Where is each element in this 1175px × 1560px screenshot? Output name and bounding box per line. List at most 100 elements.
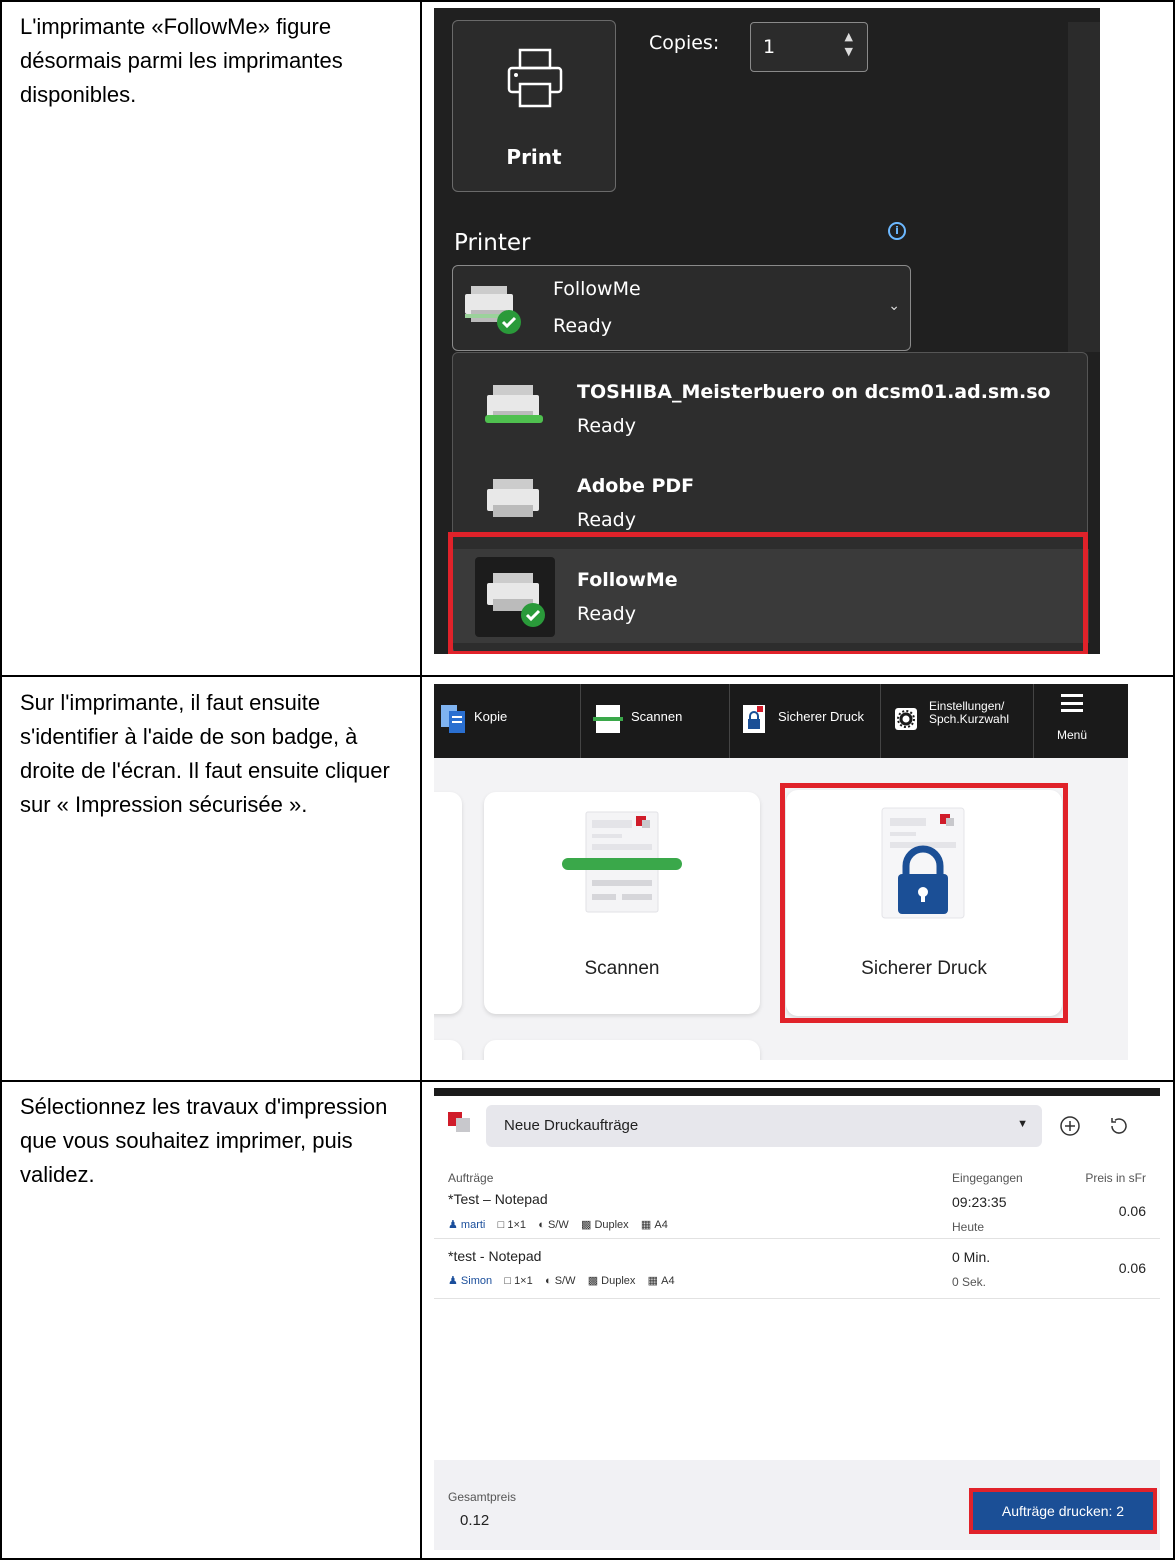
column-header-jobs: Aufträge xyxy=(448,1171,494,1185)
scan-icon xyxy=(593,705,623,733)
print-dialog-screenshot: Print Copies: 1 ▲ ▼ Printer i FollowMe Re… xyxy=(434,8,1100,654)
partial-card-bottom[interactable] xyxy=(434,1040,462,1060)
printer-option-status: Ready xyxy=(577,415,636,437)
gear-icon xyxy=(895,708,917,730)
queue-select-value: Neue Druckaufträge xyxy=(504,1117,639,1134)
printer-option-status: Ready xyxy=(577,509,636,531)
job-price: 0.06 xyxy=(1118,1260,1146,1276)
selected-printer-name: FollowMe xyxy=(553,278,641,300)
job-received: 0 Min. xyxy=(952,1249,991,1265)
add-icon[interactable] xyxy=(1059,1115,1081,1137)
info-icon[interactable]: i xyxy=(888,222,906,240)
column-header-received: Eingegangen xyxy=(952,1171,1023,1185)
job-price: 0.06 xyxy=(1118,1203,1146,1219)
table-border-left xyxy=(0,0,2,1560)
duplex-icon: ▩ xyxy=(587,1275,599,1287)
dropdown-arrow-icon: ▼ xyxy=(1017,1118,1028,1130)
printer-icon xyxy=(507,48,563,108)
job-user: marti xyxy=(460,1219,486,1231)
queue-select[interactable]: Neue Druckaufträge ▼ xyxy=(486,1105,1042,1147)
menu-label[interactable]: Menü xyxy=(1054,728,1090,742)
top-bar-edge xyxy=(434,1088,1160,1096)
tab-kopie[interactable]: Kopie xyxy=(434,684,580,758)
user-icon: ♟ xyxy=(448,1219,461,1231)
tab-label: Scannen xyxy=(631,709,683,724)
instruction-table: L'imprimante «FollowMe» figure désormais… xyxy=(0,0,1175,1560)
card-label: Scannen xyxy=(584,958,660,979)
print-jobs-button[interactable]: Aufträge drucken: 2 xyxy=(969,1488,1157,1534)
tab-separator xyxy=(1033,684,1034,758)
menu-icon[interactable] xyxy=(1061,694,1083,712)
job-meta: ♟ marti □ 1×1 ◐ S/W ▩ Duplex ▦ A4 xyxy=(448,1218,668,1231)
job-user: Simon xyxy=(460,1275,493,1287)
printer-icon xyxy=(485,385,543,423)
copy-icon xyxy=(441,705,465,733)
printer-option-name: TOSHIBA_Meisterbuero on dcsm01.ad.sm.so xyxy=(577,381,1051,403)
job-list-screenshot: Neue Druckaufträge ▼ Aufträge Eingegange… xyxy=(434,1088,1160,1550)
highlight-box xyxy=(448,532,1088,654)
preview-scrollbar[interactable] xyxy=(1068,22,1100,352)
pages-icon: □ xyxy=(504,1275,511,1287)
printer-heading: Printer xyxy=(454,230,531,256)
refresh-icon[interactable] xyxy=(1108,1115,1130,1137)
printer-top-bar: Kopie Scannen Sicherer Druck Einstellung… xyxy=(434,684,1128,758)
row-divider xyxy=(434,1238,1160,1239)
paper-size-icon: ▦ xyxy=(647,1275,659,1287)
step-1-text: L'imprimante «FollowMe» figure désormais… xyxy=(20,14,343,107)
printer-dropdown[interactable]: FollowMe Ready ⌄ xyxy=(452,265,911,351)
tab-label: Kopie xyxy=(474,709,508,724)
copies-value: 1 xyxy=(763,36,776,58)
paper-size-icon: ▦ xyxy=(640,1219,652,1231)
job-duplex: Duplex xyxy=(594,1219,629,1231)
tab-label: Einstellungen/ Spch.Kurzwahl xyxy=(929,699,1010,726)
color-mode-icon: ◐ xyxy=(538,1219,545,1231)
column-header-price: Preis in sFr xyxy=(1085,1171,1146,1185)
step-3-text: Sélectionnez les travaux d'impression qu… xyxy=(20,1094,388,1187)
job-duplex: Duplex xyxy=(601,1275,636,1287)
scan-document-icon xyxy=(562,811,682,913)
user-icon: ♟ xyxy=(448,1275,461,1287)
partial-card-bottom[interactable] xyxy=(484,1040,760,1060)
job-paper: A4 xyxy=(661,1275,675,1287)
highlight-box xyxy=(780,783,1068,1023)
table-border-top xyxy=(0,0,1175,2)
card-scannen[interactable]: Scannen xyxy=(484,792,760,1014)
tab-label: Sicherer Druck xyxy=(778,709,864,724)
table-row-divider xyxy=(0,675,1175,677)
secure-print-icon xyxy=(743,705,765,733)
job-received: 09:23:35 xyxy=(952,1194,1007,1210)
spin-arrows-icon[interactable]: ▲ ▼ xyxy=(845,29,853,59)
print-queue-icon xyxy=(448,1112,470,1132)
total-price-value: 0.12 xyxy=(460,1512,490,1529)
printer-icon xyxy=(487,479,539,517)
row-divider xyxy=(434,1298,1160,1299)
job-list-footer: Gesamtpreis 0.12 Aufträge drucken: 2 xyxy=(434,1460,1160,1550)
table-row-divider xyxy=(0,1080,1175,1082)
print-button-label: Print xyxy=(506,145,562,169)
job-color: S/W xyxy=(554,1275,576,1287)
job-pages: 1×1 xyxy=(514,1275,533,1287)
duplex-icon: ▩ xyxy=(580,1219,592,1231)
partial-card-left[interactable] xyxy=(434,792,462,1014)
printer-option-toshiba[interactable]: TOSHIBA_Meisterbuero on dcsm01.ad.sm.so … xyxy=(453,361,1089,455)
chevron-down-icon: ⌄ xyxy=(888,298,900,314)
selected-printer-status: Ready xyxy=(553,315,612,337)
job-received-sub: 0 Sek. xyxy=(952,1275,987,1289)
print-button[interactable]: Print xyxy=(452,20,616,192)
copies-label: Copies: xyxy=(649,32,720,54)
job-meta: ♟ Simon □ 1×1 ◐ S/W ▩ Duplex ▦ A4 xyxy=(448,1274,675,1287)
tab-sicherer-druck[interactable]: Sicherer Druck xyxy=(730,684,880,758)
job-paper: A4 xyxy=(654,1219,668,1231)
job-pages: 1×1 xyxy=(507,1219,526,1231)
table-column-divider xyxy=(420,0,422,1560)
job-title: *test - Notepad xyxy=(448,1248,542,1264)
printer-home-screenshot: Kopie Scannen Sicherer Druck Einstellung… xyxy=(434,684,1128,1060)
tab-scannen[interactable]: Scannen xyxy=(581,684,729,758)
color-mode-icon: ◐ xyxy=(544,1275,552,1287)
job-title: *Test – Notepad xyxy=(448,1191,548,1207)
job-color: S/W xyxy=(547,1219,569,1231)
tab-einstellungen[interactable]: Einstellungen/ Spch.Kurzwahl xyxy=(881,684,1033,758)
total-price-label: Gesamtpreis xyxy=(448,1490,517,1504)
copies-stepper[interactable]: 1 ▲ ▼ xyxy=(750,22,868,72)
job-received-sub: Heute xyxy=(952,1220,985,1234)
